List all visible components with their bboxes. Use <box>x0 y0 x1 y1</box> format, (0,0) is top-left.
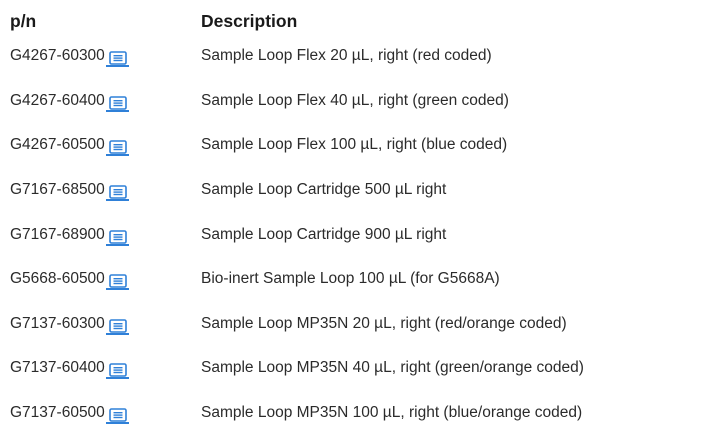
shop-link-icon[interactable] <box>105 268 129 291</box>
shop-link-icon[interactable] <box>105 224 129 246</box>
table-row: G4267-60300 Sample Loop Flex 20 µL, right… <box>10 34 710 79</box>
part-number-cell: G7137-60300 <box>10 313 201 335</box>
part-number: G7137-60500 <box>10 404 105 422</box>
part-number-cell: G5668-60500 <box>10 268 201 291</box>
table-row: G4267-60400 Sample Loop Flex 40 µL, right… <box>10 79 710 124</box>
table-row: G7137-60500 Sample Loop MP35N 100 µL, rig… <box>10 391 710 436</box>
part-number: G7167-68500 <box>10 181 105 199</box>
table-row: G7137-60400 Sample Loop MP35N 40 µL, righ… <box>10 346 710 391</box>
table-row: G7167-68500 Sample Loop Cartridge 500 µL … <box>10 168 710 213</box>
parts-table: p/n Description G4267-60300 Sample Loop F… <box>10 8 710 435</box>
part-number-cell: G7167-68500 <box>10 179 201 202</box>
description-cell: Sample Loop Flex 100 µL, right (blue cod… <box>201 136 508 154</box>
part-number-cell: G4267-60300 <box>10 45 201 68</box>
table-header: p/n Description <box>10 8 710 34</box>
description-column-header: Description <box>201 10 298 31</box>
shop-link-icon[interactable] <box>105 134 129 157</box>
description-cell: Sample Loop MP35N 100 µL, right (blue/or… <box>201 404 583 422</box>
part-number-cell: G7137-60500 <box>10 402 201 425</box>
part-number-cell: G7137-60400 <box>10 357 201 380</box>
shop-link-icon[interactable] <box>105 313 129 335</box>
table-row: G5668-60500 Bio-inert Sample Loop 100 µL … <box>10 257 710 302</box>
description-cell: Bio-inert Sample Loop 100 µL (for G5668A… <box>201 270 500 288</box>
table-row: G7167-68900 Sample Loop Cartridge 900 µL … <box>10 212 710 257</box>
description-cell: Sample Loop Flex 20 µL, right (red coded… <box>201 47 492 65</box>
description-cell: Sample Loop Cartridge 900 µL right <box>201 225 447 243</box>
shop-link-icon[interactable] <box>105 357 129 380</box>
part-number: G7137-60400 <box>10 359 105 377</box>
part-number: G4267-60500 <box>10 136 105 154</box>
part-number: G7137-60300 <box>10 314 105 332</box>
shop-link-icon[interactable] <box>105 45 129 68</box>
description-cell: Sample Loop Flex 40 µL, right (green cod… <box>201 91 509 109</box>
part-number-cell: G4267-60400 <box>10 90 201 112</box>
part-number: G5668-60500 <box>10 270 105 288</box>
part-number: G4267-60300 <box>10 47 105 65</box>
table-row: G4267-60500 Sample Loop Flex 100 µL, righ… <box>10 123 710 168</box>
description-cell: Sample Loop Cartridge 500 µL right <box>201 181 447 199</box>
description-cell: Sample Loop MP35N 40 µL, right (green/or… <box>201 359 584 377</box>
part-number: G4267-60400 <box>10 91 105 109</box>
shop-link-icon[interactable] <box>105 179 129 202</box>
part-number-cell: G7167-68900 <box>10 224 201 246</box>
pn-column-header: p/n <box>10 10 37 31</box>
table-row: G7137-60300 Sample Loop MP35N 20 µL, righ… <box>10 302 710 347</box>
part-number-cell: G4267-60500 <box>10 134 201 157</box>
description-cell: Sample Loop MP35N 20 µL, right (red/oran… <box>201 314 567 332</box>
shop-link-icon[interactable] <box>105 90 129 112</box>
shop-link-icon[interactable] <box>105 402 129 425</box>
part-number: G7167-68900 <box>10 225 105 243</box>
table-body: G4267-60300 Sample Loop Flex 20 µL, right… <box>10 34 710 435</box>
